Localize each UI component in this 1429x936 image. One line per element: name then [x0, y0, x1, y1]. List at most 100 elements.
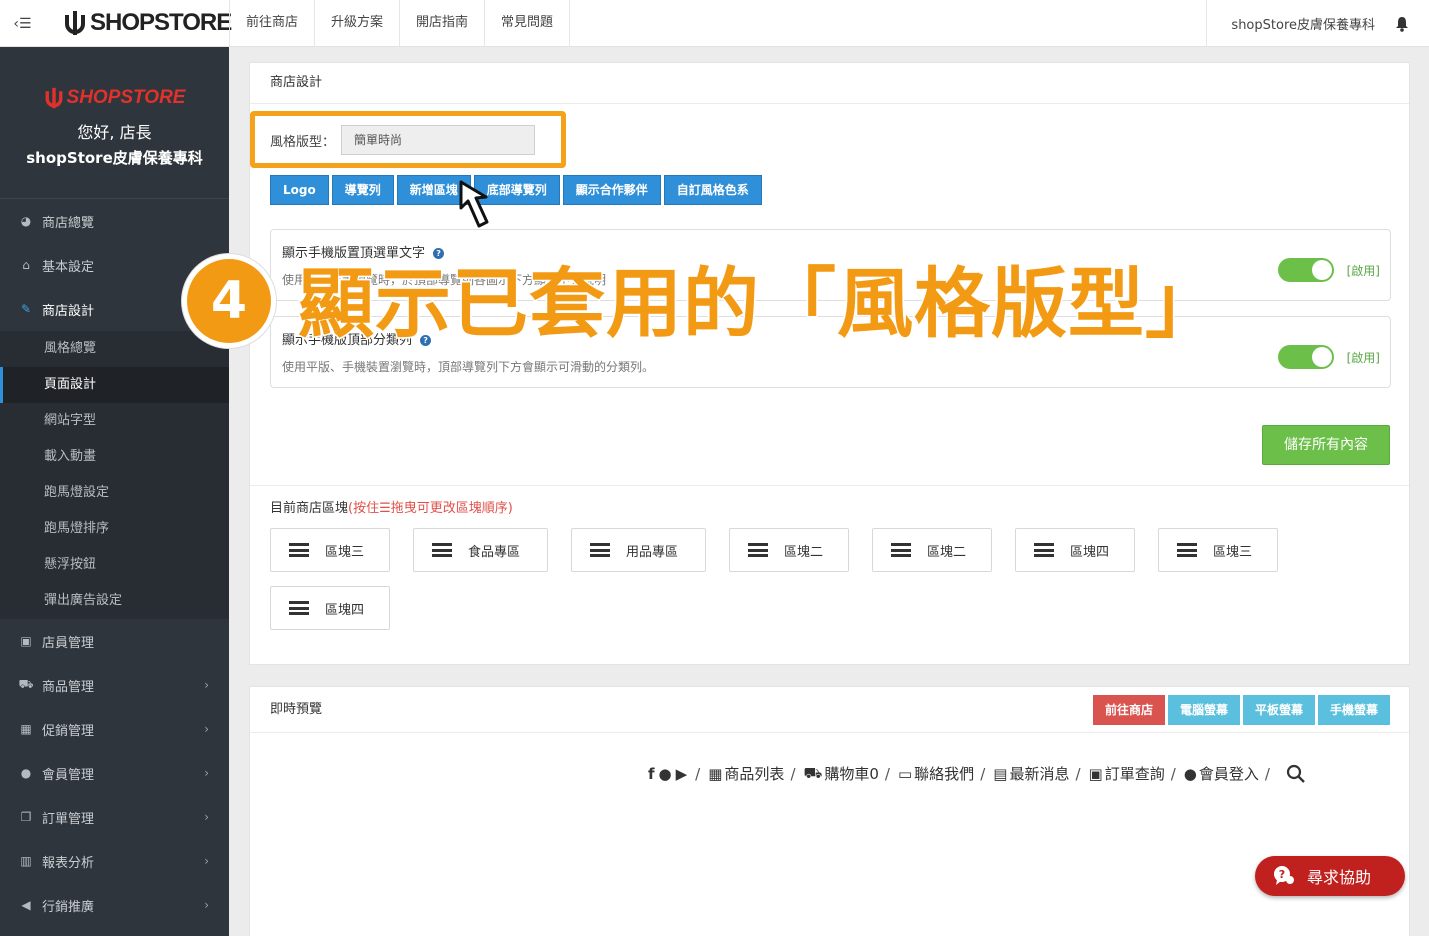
block-item[interactable]: 區塊四 — [270, 586, 390, 630]
chevron-right-icon: › — [204, 722, 209, 736]
chat-help-icon: ? — [1274, 866, 1294, 885]
separator: / — [980, 764, 986, 783]
tablet-view-button[interactable]: 平板螢幕 — [1242, 695, 1315, 725]
nav-guide[interactable]: 開店指南 — [400, 0, 486, 47]
desktop-view-button[interactable]: 電腦螢幕 — [1167, 695, 1240, 725]
chevron-right-icon: › — [204, 854, 209, 868]
drag-handle-icon[interactable] — [748, 543, 768, 557]
sidebar-subitem-loading[interactable]: 載入動畫 — [0, 439, 229, 475]
sidebar-item-label: 會員管理 — [42, 767, 95, 783]
drag-handle-icon[interactable] — [891, 543, 911, 557]
brand-mark-icon — [45, 87, 62, 109]
toggle-switch[interactable] — [1278, 258, 1334, 282]
toggle-switch[interactable] — [1278, 345, 1334, 369]
design-buttons: Logo 導覽列 新增區塊 底部導覽列 顯示合作夥伴 自訂風格色系 — [270, 175, 762, 205]
svg-text:?: ? — [1279, 868, 1285, 881]
nav-order-query[interactable]: 訂單查詢 — [1105, 763, 1165, 784]
store-name-link[interactable]: shopStore皮膚保養專科 — [1231, 14, 1375, 33]
sidebar-submenu: 風格總覽 頁面設計 網站字型 載入動畫 跑馬燈設定 跑馬燈排序 懸浮按鈕 彈出廣… — [0, 331, 229, 619]
separator: / — [695, 764, 701, 783]
block-label: 區塊三 — [1213, 544, 1253, 560]
sidebar-subitem-font[interactable]: 網站字型 — [0, 403, 229, 439]
separator: / — [790, 764, 796, 783]
sidebar-header: SHOPSTORE 您好, 店長 shopStore皮膚保養專科 — [0, 47, 229, 199]
chevron-right-icon: › — [204, 810, 209, 824]
sidebar-toggle-button[interactable]: ‹☰ — [0, 0, 45, 47]
sidebar-item-products[interactable]: ⛟ 商品管理 › — [0, 663, 229, 707]
block-item[interactable]: 區塊二 — [872, 528, 992, 572]
store-design-panel: 商店設計 風格版型： 簡單時尚 Logo 導覽列 新增區塊 底部導覽列 顯示合作… — [249, 62, 1410, 665]
drag-handle-icon[interactable] — [289, 543, 309, 557]
clipboard-icon: ▣ — [1088, 764, 1103, 783]
drag-handle-icon[interactable] — [289, 601, 309, 615]
top-nav: 前往商店 升級方案 開店指南 常見問題 — [229, 0, 571, 47]
preview-buttons: 前往商店 電腦螢幕 平板螢幕 手機螢幕 — [1092, 695, 1390, 725]
chevron-right-icon: › — [204, 766, 209, 780]
preview-store-nav: f ● ▶ / ▦ 商品列表 / ⛟ 購物車0 / ▭ 聯絡我們 / ▤ 最新消… — [646, 763, 1306, 784]
drag-handle-icon[interactable] — [1177, 543, 1197, 557]
bell-icon[interactable] — [1395, 16, 1409, 32]
youtube-icon[interactable]: ▶ — [676, 765, 688, 783]
search-icon[interactable] — [1286, 764, 1306, 784]
help-button[interactable]: ? 尋求協助 — [1255, 856, 1405, 896]
go-store-button[interactable]: 前往商店 — [1092, 695, 1165, 725]
blocks-title-text: 目前商店區塊 — [270, 501, 349, 516]
sidebar-item-members[interactable]: ● 會員管理 › — [0, 751, 229, 795]
highlight-box — [250, 111, 566, 168]
sidebar-subitem-marquee[interactable]: 跑馬燈設定 — [0, 475, 229, 511]
divider — [250, 485, 1409, 486]
sidebar-brand: SHOPSTORE — [0, 87, 229, 109]
nav-contact[interactable]: 聯絡我們 — [914, 763, 974, 784]
sidebar-subitem-floating-button[interactable]: 懸浮按鈕 — [0, 547, 229, 583]
show-partners-button[interactable]: 顯示合作夥伴 — [562, 175, 661, 205]
lock-icon: ▣ — [20, 634, 32, 648]
greeting: 您好, 店長 — [77, 123, 152, 142]
sidebar-subitem-style-overview[interactable]: 風格總覽 — [0, 331, 229, 367]
sidebar: SHOPSTORE 您好, 店長 shopStore皮膚保養專科 ◕ 商店總覽 … — [0, 47, 229, 936]
nav-go-store[interactable]: 前往商店 — [229, 0, 316, 47]
drag-handle-icon[interactable] — [590, 543, 610, 557]
sidebar-item-reports[interactable]: ▥ 報表分析 › — [0, 839, 229, 883]
drag-handle-icon[interactable] — [432, 543, 452, 557]
block-item[interactable]: 食品專區 — [413, 528, 548, 572]
drag-handle-icon[interactable] — [1034, 543, 1054, 557]
shopstore-logo[interactable]: SHOPSTORE — [64, 8, 232, 38]
sidebar-item-orders[interactable]: ❐ 訂單管理 › — [0, 795, 229, 839]
blocks-title: 目前商店區塊(按住☰拖曳可更改區塊順序) — [270, 497, 513, 516]
block-label: 區塊二 — [927, 544, 967, 560]
nav-cart[interactable]: 購物車0 — [824, 763, 879, 784]
custom-colors-button[interactable]: 自訂風格色系 — [663, 175, 762, 205]
sidebar-item-label: 商店總覽 — [42, 215, 95, 231]
live-preview-panel: 即時預覽 前往商店 電腦螢幕 平板螢幕 手機螢幕 f ● ▶ / ▦ 商品列表 … — [249, 686, 1410, 936]
facebook-icon[interactable]: f — [648, 765, 655, 783]
save-all-button[interactable]: 儲存所有內容 — [1262, 425, 1390, 465]
block-item[interactable]: 區塊三 — [270, 528, 390, 572]
block-item[interactable]: 區塊三 — [1158, 528, 1278, 572]
bar-chart-icon: ▥ — [20, 854, 32, 868]
block-label: 區塊三 — [325, 544, 365, 560]
sidebar-subitem-popup-ad[interactable]: 彈出廣告設定 — [0, 583, 229, 619]
sidebar-subitem-page-design[interactable]: 頁面設計 — [0, 367, 229, 403]
pointer-arrow-icon — [459, 180, 489, 228]
logo-button[interactable]: Logo — [270, 175, 329, 205]
help-button-label: 尋求協助 — [1307, 868, 1372, 887]
nav-faq[interactable]: 常見問題 — [485, 0, 571, 47]
sidebar-item-marketing[interactable]: ◀ 行銷推廣 › — [0, 883, 229, 927]
sidebar-item-overview[interactable]: ◕ 商店總覽 — [0, 199, 229, 243]
nav-member-login[interactable]: 會員登入 — [1199, 763, 1259, 784]
navbar-button[interactable]: 導覽列 — [331, 175, 394, 205]
sidebar-item-staff[interactable]: ▣ 店員管理 — [0, 619, 229, 663]
block-item[interactable]: 區塊二 — [729, 528, 849, 572]
mobile-view-button[interactable]: 手機螢幕 — [1317, 695, 1390, 725]
line-icon[interactable]: ● — [659, 765, 672, 783]
sidebar-item-label: 促銷管理 — [42, 723, 95, 739]
logo-mark-icon — [65, 11, 85, 35]
sidebar-item-promotions[interactable]: ▦ 促銷管理 › — [0, 707, 229, 751]
cart-icon: ⛟ — [18, 677, 34, 691]
nav-upgrade[interactable]: 升級方案 — [315, 0, 401, 47]
sidebar-subitem-marquee-order[interactable]: 跑馬燈排序 — [0, 511, 229, 547]
block-item[interactable]: 區塊四 — [1015, 528, 1135, 572]
nav-product-list[interactable]: 商品列表 — [724, 763, 784, 784]
block-item[interactable]: 用品專區 — [571, 528, 706, 572]
nav-news[interactable]: 最新消息 — [1009, 763, 1069, 784]
